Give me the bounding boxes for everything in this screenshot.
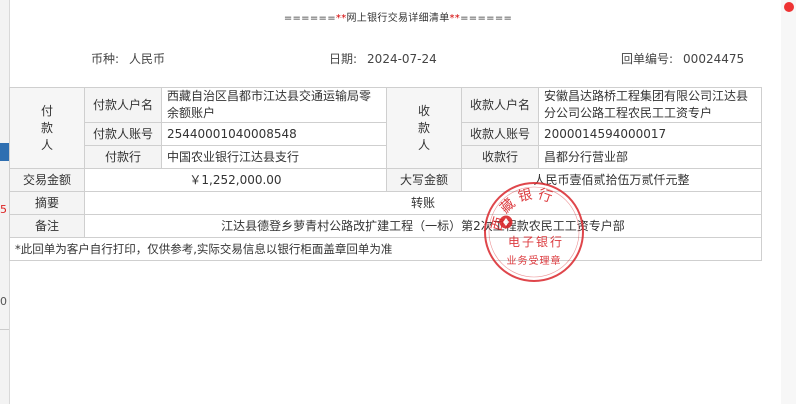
currency-field: 币种: 人民币 bbox=[91, 50, 165, 67]
payer-name-label: 付款人户名 bbox=[84, 87, 162, 123]
receipt-number-label: 回单编号: bbox=[621, 52, 674, 66]
background-window-right-edge bbox=[781, 0, 796, 404]
payer-account-label: 付款人账号 bbox=[84, 122, 162, 146]
amount-upper-value: 人民币壹佰贰拾伍万贰仟元整 bbox=[461, 168, 762, 192]
payee-bank-value: 昌都分行营业部 bbox=[538, 145, 762, 169]
payee-bank-label: 收款行 bbox=[461, 145, 539, 169]
payee-account-value: 2000014594000017 bbox=[538, 122, 762, 146]
summary-value: 转账 bbox=[84, 191, 762, 215]
summary-label: 摘要 bbox=[9, 191, 85, 215]
payer-section-label: 付款人 bbox=[9, 87, 85, 169]
table-row: 付款人账号 25440001040008548 收款人账号 2000014594… bbox=[10, 122, 762, 146]
date-value: 2024-07-24 bbox=[367, 52, 437, 66]
payer-bank-label: 付款行 bbox=[84, 145, 162, 169]
currency-label: 币种: bbox=[91, 52, 120, 66]
remark-value: 江达县德登乡萝青村公路改扩建工程（一标）第2次工程款农民工工资专户部 bbox=[84, 214, 762, 238]
background-fragment-red: 5 bbox=[0, 203, 7, 216]
table-row: 付款行 中国农业银行江达县支行 收款行 昌都分行营业部 bbox=[10, 145, 762, 169]
amount-upper-label: 大写金额 bbox=[386, 168, 462, 192]
remark-label: 备注 bbox=[9, 214, 85, 238]
page-title-text: 网上银行交易详细清单 bbox=[346, 13, 450, 24]
payee-name-value: 安徽昌达路桥工程集团有限公司江达县分公司公路工程农民工工资专户 bbox=[538, 87, 762, 123]
table-row: 摘要 转账 bbox=[9, 191, 762, 215]
disclaimer-notice: *此回单为客户自行打印，仅供参考,实际交易信息以银行柜面盖章回单为准 bbox=[9, 237, 762, 261]
receipt-number-value: 00024475 bbox=[683, 52, 745, 66]
background-fragment-text: 0 bbox=[0, 295, 7, 308]
background-highlight-bar bbox=[0, 143, 9, 161]
amount-value: ￥1,252,000.00 bbox=[84, 168, 387, 192]
table-row: *此回单为客户自行打印，仅供参考,实际交易信息以银行柜面盖章回单为准 bbox=[9, 237, 762, 261]
payer-bank-value: 中国农业银行江达县支行 bbox=[161, 145, 387, 169]
payee-section-label: 收款人 bbox=[386, 87, 462, 169]
table-row: 付款人 付款人户名 西藏自治区昌都市江达县交通运输局零余额账户 收款人 收款人户… bbox=[9, 87, 762, 169]
date-label: 日期: bbox=[329, 52, 358, 66]
receipt-number-field: 回单编号: 00024475 bbox=[621, 50, 744, 67]
payee-name-label: 收款人户名 bbox=[461, 87, 539, 123]
currency-value: 人民币 bbox=[129, 52, 166, 66]
payer-account-value: 25440001040008548 bbox=[161, 122, 387, 146]
table-row: 交易金额 ￥1,252,000.00 大写金额 人民币壹佰贰拾伍万贰仟元整 bbox=[9, 168, 762, 192]
transaction-detail-table: 付款人 付款人户名 西藏自治区昌都市江达县交通运输局零余额账户 收款人 收款人户… bbox=[9, 87, 762, 261]
amount-label: 交易金额 bbox=[9, 168, 85, 192]
background-divider bbox=[0, 329, 9, 330]
table-row: 备注 江达县德登乡萝青村公路改扩建工程（一标）第2次工程款农民工工资专户部 bbox=[9, 214, 762, 238]
page-title: ======**网上银行交易详细清单**====== bbox=[283, 13, 513, 24]
payer-name-value: 西藏自治区昌都市江达县交通运输局零余额账户 bbox=[161, 87, 387, 123]
payee-account-label: 收款人账号 bbox=[461, 122, 539, 146]
date-field: 日期: 2024-07-24 bbox=[329, 50, 437, 67]
